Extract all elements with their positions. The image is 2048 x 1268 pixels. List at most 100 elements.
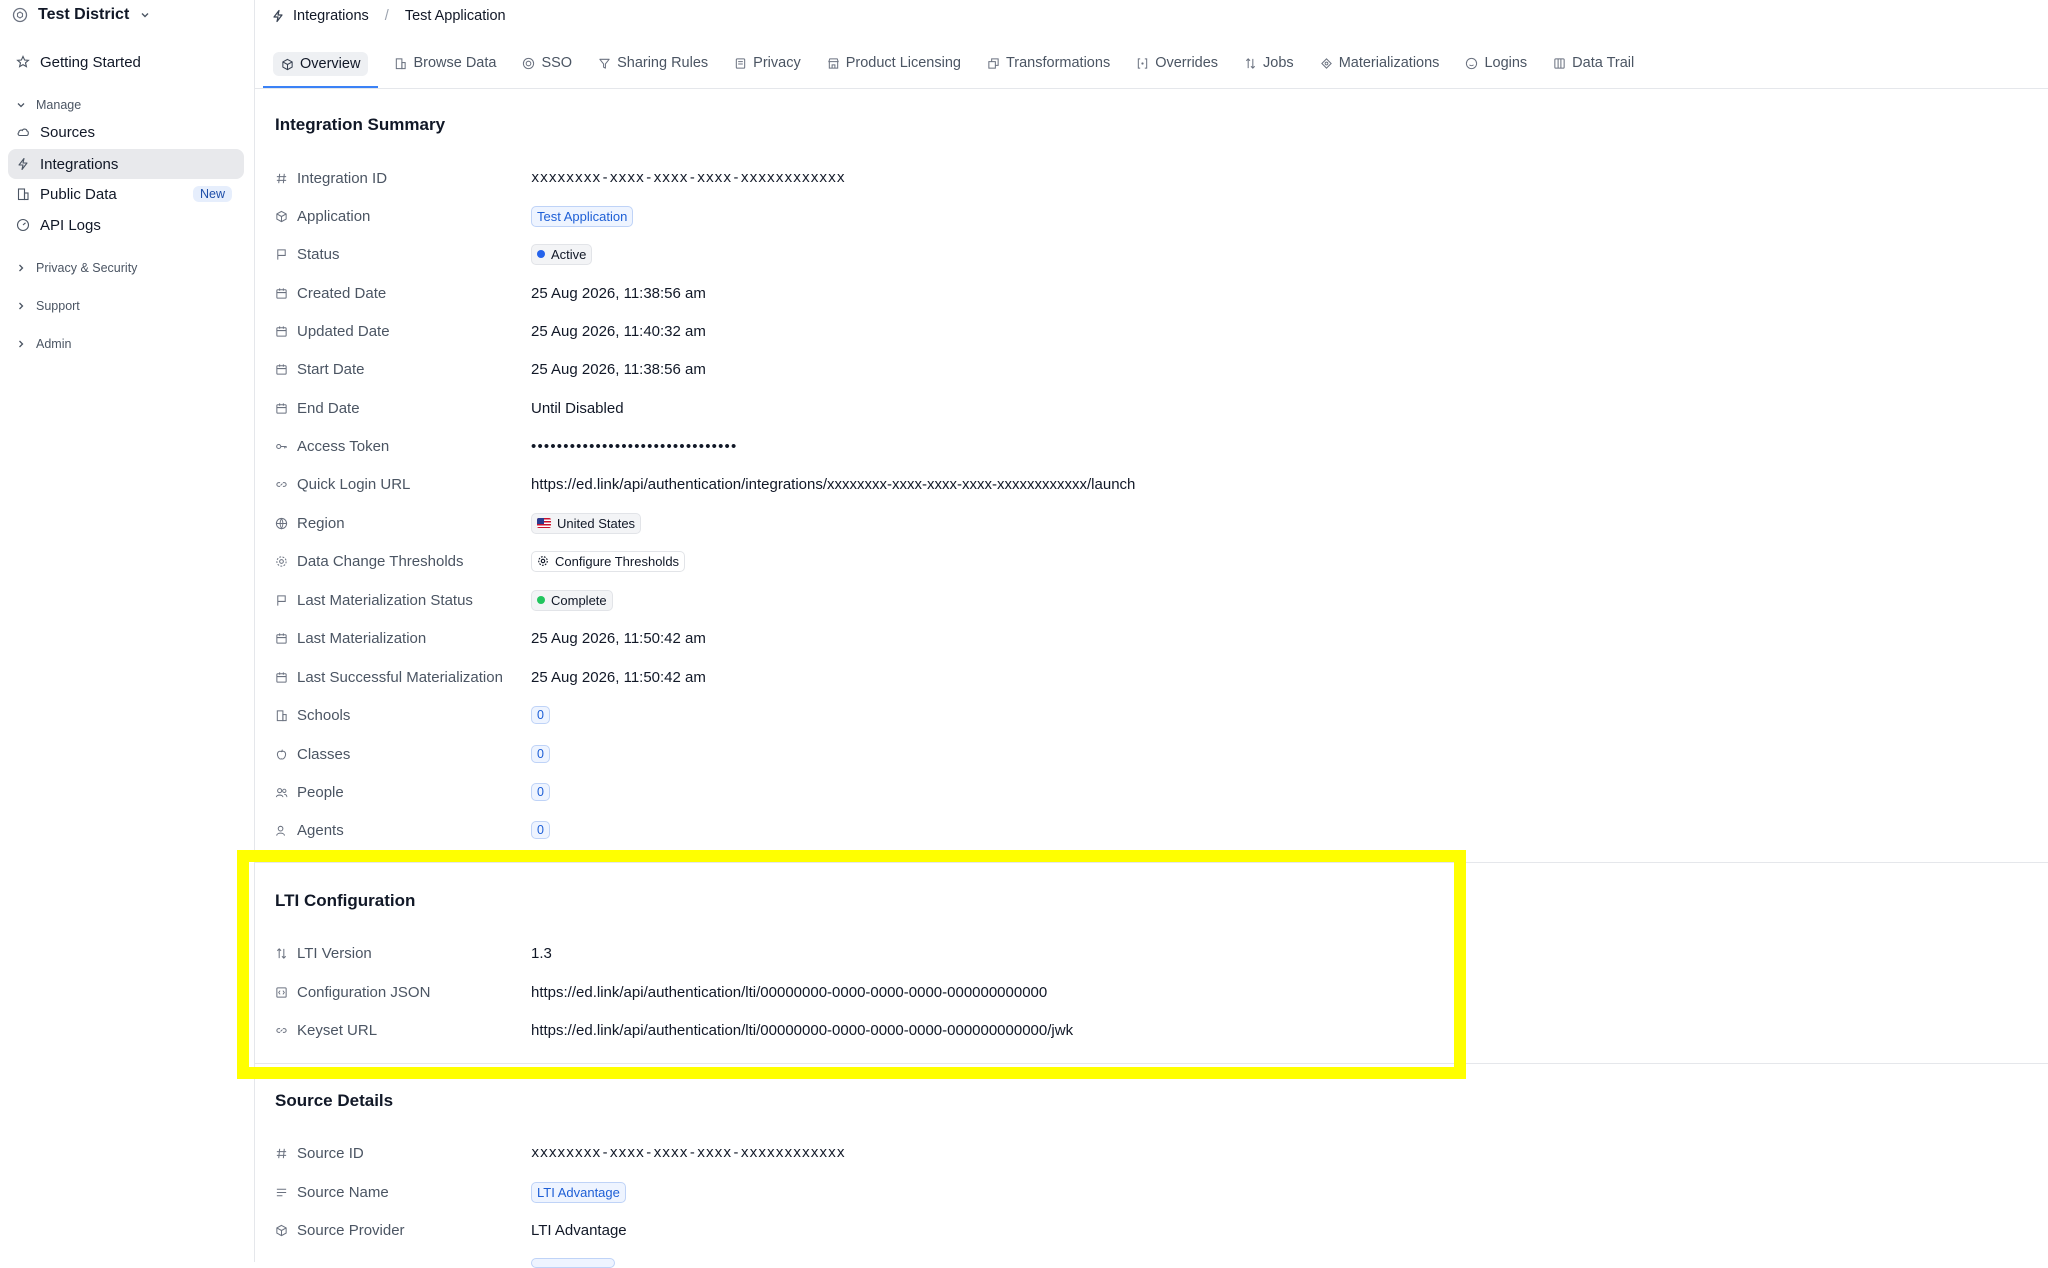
new-badge: New: [192, 186, 232, 202]
cube-icon: [275, 1224, 288, 1237]
field-label: Keyset URL: [275, 1022, 531, 1039]
label-text: Application: [297, 207, 371, 225]
tab-materializations[interactable]: Materializations: [1310, 42, 1450, 84]
field-data-change-thresholds: Data Change Thresholds Configure Thresho…: [275, 547, 1975, 575]
source-id-value: xxxxxxxx-xxxx-xxxx-xxxx-xxxxxxxxxxxx: [531, 1145, 846, 1161]
building-icon: [275, 709, 288, 722]
people-count[interactable]: 0: [531, 783, 550, 801]
field-integration-id: Integration ID xxxxxxxx-xxxx-xxxx-xxxx-x…: [275, 164, 1975, 192]
tab-privacy[interactable]: Privacy: [724, 42, 811, 84]
calendar-icon: [275, 671, 288, 684]
keyset-url-value[interactable]: https://ed.link/api/authentication/lti/0…: [531, 1022, 1073, 1039]
sidebar-item-getting-started[interactable]: Getting Started: [8, 47, 244, 77]
field-label: Source Name: [275, 1184, 531, 1201]
label-text: Last Materialization Status: [297, 591, 473, 609]
breadcrumb-integrations-link[interactable]: Integrations: [293, 8, 369, 24]
sidebar-section-manage[interactable]: Manage: [16, 95, 81, 115]
tab-label: Privacy: [753, 55, 801, 71]
field-label: Status: [275, 246, 531, 263]
field-label: Updated Date: [275, 323, 531, 340]
integration-summary-title: Integration Summary: [275, 115, 446, 134]
field-region: Region United States: [275, 509, 1975, 537]
field-people: People 0: [275, 778, 1975, 806]
status-badge: Active: [531, 243, 593, 265]
label-text: Classes: [297, 745, 351, 763]
tab-overrides[interactable]: Overrides: [1126, 42, 1228, 84]
label-text: End Date: [297, 399, 360, 417]
field-last-materialization: Last Materialization 25 Aug 2026, 11:50:…: [275, 624, 1975, 652]
tab-sharing-rules[interactable]: Sharing Rules: [588, 42, 718, 84]
sidebar-item-label: Getting Started: [40, 53, 141, 71]
quick-login-url-value[interactable]: https://ed.link/api/authentication/integ…: [531, 476, 1135, 493]
label-text: Source ID: [297, 1144, 364, 1162]
field-configuration-json: Configuration JSON https://ed.link/api/a…: [275, 978, 1975, 1006]
section-label: Manage: [36, 98, 82, 112]
status-text: Active: [551, 246, 587, 262]
agents-count[interactable]: 0: [531, 821, 550, 839]
access-token-value[interactable]: ••••••••••••••••••••••••••••••••: [531, 438, 737, 455]
tab-label: Product Licensing: [845, 55, 961, 71]
field-label: Agents: [275, 822, 531, 839]
tab-overview[interactable]: Overview: [263, 42, 379, 88]
chevron-down-icon: [139, 9, 151, 21]
diamond-icon: [1320, 57, 1333, 70]
status-dot: [537, 596, 545, 604]
gauge-icon: [16, 218, 30, 232]
breadcrumb: Integrations / Test Application: [255, 0, 2048, 32]
sort-arrows-icon: [275, 947, 288, 960]
last-successful-materialization-value: 25 Aug 2026, 11:50:42 am: [531, 668, 706, 686]
configuration-json-value[interactable]: https://ed.link/api/authentication/lti/0…: [531, 984, 1047, 1001]
sidebar-item-public-data[interactable]: Public Data New: [8, 179, 244, 209]
field-label: Configuration JSON: [275, 984, 531, 1001]
sidebar-section-support[interactable]: Support: [16, 296, 80, 316]
field-created-date: Created Date 25 Aug 2026, 11:38:56 am: [275, 279, 1975, 307]
tab-browse-data[interactable]: Browse Data: [384, 42, 506, 84]
chevron-right-icon: [16, 301, 26, 311]
section-label: Support: [36, 299, 80, 313]
label-text: Quick Login URL: [297, 475, 411, 493]
field-source-id: Source ID xxxxxxxx-xxxx-xxxx-xxxx-xxxxxx…: [275, 1139, 1975, 1167]
chevron-right-icon: [16, 263, 26, 273]
sidebar-section-privacy-security[interactable]: Privacy & Security: [16, 258, 137, 278]
tab-active-pill: Overview: [273, 52, 369, 76]
application-link[interactable]: Test Application: [531, 205, 634, 227]
sidebar-item-api-logs[interactable]: API Logs: [8, 210, 244, 240]
field-label: Start Date: [275, 361, 531, 378]
us-flag-icon: [537, 518, 551, 528]
tab-logins[interactable]: Logins: [1455, 42, 1537, 84]
field-label: Application: [275, 208, 531, 225]
tab-label: SSO: [541, 55, 573, 71]
chevron-down-icon: [16, 100, 26, 110]
sidebar-item-sources[interactable]: Sources: [8, 117, 244, 147]
source-name-link[interactable]: LTI Advantage: [531, 1181, 626, 1203]
integration-id-value: xxxxxxxx-xxxx-xxxx-xxxx-xxxxxxxxxxxx: [531, 170, 846, 186]
configure-thresholds-button[interactable]: Configure Thresholds: [531, 550, 686, 572]
field-application: Application Test Application: [275, 202, 1975, 230]
tab-transformations[interactable]: Transformations: [977, 42, 1120, 84]
cube-icon: [281, 58, 294, 71]
tab-bar: Overview Browse Data SSO Sharing Rules P…: [255, 42, 2048, 89]
org-switcher[interactable]: Test District: [12, 0, 151, 30]
sort-arrows-icon: [1244, 57, 1257, 70]
schools-count[interactable]: 0: [531, 706, 550, 724]
section-divider: [255, 1063, 2048, 1064]
document-icon: [734, 57, 747, 70]
circle-icon: [522, 57, 535, 70]
tab-sso[interactable]: SSO: [512, 42, 582, 84]
org-logo-icon: [12, 7, 28, 23]
field-classes: Classes 0: [275, 740, 1975, 768]
sidebar-item-integrations[interactable]: Integrations: [8, 149, 244, 179]
sidebar-item-label: Sources: [40, 123, 96, 141]
tab-jobs[interactable]: Jobs: [1234, 42, 1304, 84]
source-details-title: Source Details: [275, 1091, 394, 1110]
label-text: Region: [297, 514, 345, 532]
tab-product-licensing[interactable]: Product Licensing: [817, 42, 971, 84]
building-icon: [16, 187, 30, 201]
gear-icon: [537, 555, 549, 567]
sidebar-section-admin[interactable]: Admin: [16, 334, 71, 354]
section-label: Privacy & Security: [36, 261, 138, 275]
label-text: Integration ID: [297, 169, 388, 187]
tab-data-trail[interactable]: Data Trail: [1543, 42, 1644, 84]
classes-count[interactable]: 0: [531, 745, 550, 763]
field-label: Source ID: [275, 1145, 531, 1162]
